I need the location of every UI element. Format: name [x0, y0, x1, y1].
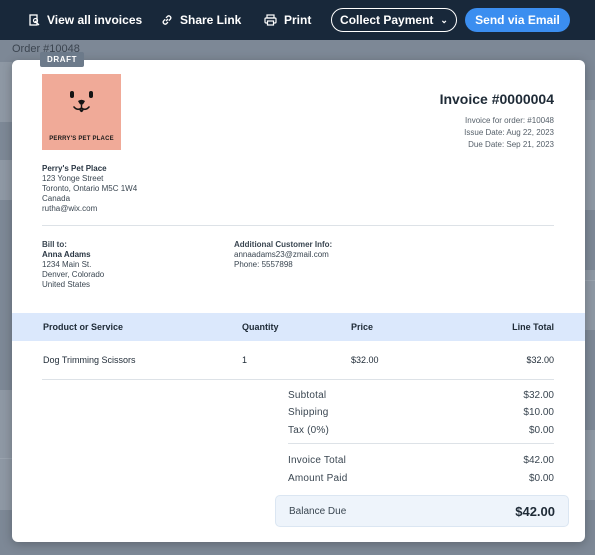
line-items-header: Product or Service Quantity Price Line T… [12, 313, 585, 341]
send-via-email-label: Send via Email [475, 13, 560, 27]
shipping-label: Shipping [288, 407, 329, 418]
column-quantity: Quantity [242, 322, 279, 332]
row-product: Dog Trimming Scissors [43, 355, 136, 365]
collect-payment-label: Collect Payment [340, 13, 434, 27]
seller-city: Toronto, Ontario M5C 1W4 [42, 184, 138, 193]
customer-city: Denver, Colorado [42, 270, 105, 279]
column-line-total: Line Total [512, 322, 554, 332]
section-divider [42, 379, 554, 380]
row-price: $32.00 [351, 355, 379, 365]
share-link-label: Share Link [180, 13, 242, 27]
amount-paid-label: Amount Paid [288, 473, 348, 484]
link-icon [162, 15, 172, 25]
invoice-issue-date: Issue Date: Aug 22, 2023 [464, 128, 554, 137]
bill-to-header: Bill to: [42, 240, 67, 249]
seller-name: Perry's Pet Place [42, 164, 107, 173]
invoice-total-label: Invoice Total [288, 455, 347, 466]
seller-street: 123 Yonge Street [42, 174, 104, 183]
customer-street: 1234 Main St. [42, 260, 92, 269]
invoice-toolbar: View all invoices Share Link Print Colle… [0, 0, 595, 40]
customer-email: annaadams23@zmail.com [234, 250, 329, 259]
invoice-preview-card: PERRY'S PET PLACE Invoice #0000004 Invoi… [12, 60, 585, 542]
draft-status-badge: DRAFT [40, 52, 85, 67]
table-row: Dog Trimming Scissors 1 $32.00 $32.00 [12, 346, 585, 374]
invoice-meta: Invoice for order: #10048 Issue Date: Au… [464, 115, 554, 151]
view-all-invoices-button[interactable]: View all invoices [29, 0, 142, 40]
tax-label: Tax (0%) [288, 425, 330, 436]
balance-due-box: Balance Due $42.00 [275, 495, 569, 527]
tax-value: $0.00 [528, 425, 554, 436]
background-panel-left [0, 62, 12, 122]
summary-divider [288, 443, 554, 444]
background-panel-left [0, 160, 12, 200]
print-button[interactable]: Print [264, 0, 311, 40]
logo-text: PERRY'S PET PLACE [49, 136, 114, 142]
subtotal-value: $32.00 [523, 390, 554, 401]
invoices-icon [29, 14, 40, 26]
column-price: Price [351, 322, 374, 332]
balance-due-label: Balance Due [289, 506, 347, 517]
background-panel-left [0, 390, 12, 510]
customer-name: Anna Adams [42, 250, 91, 259]
customer-phone: Phone: 5557898 [234, 260, 293, 269]
background-divider [0, 458, 12, 459]
dog-face-icon [70, 91, 93, 113]
customer-country: United States [42, 280, 91, 289]
subtotal-label: Subtotal [288, 390, 327, 401]
printer-icon [264, 14, 277, 26]
invoice-due-date: Due Date: Sep 21, 2023 [468, 140, 554, 149]
view-all-invoices-label: View all invoices [47, 13, 143, 27]
seller-email: rutha@wix.com [42, 204, 98, 213]
chevron-down-icon: ⌄ [440, 14, 448, 25]
business-logo: PERRY'S PET PLACE [42, 74, 121, 150]
shipping-value: $10.00 [523, 407, 554, 418]
column-product: Product or Service [43, 322, 124, 332]
row-line-total: $32.00 [526, 355, 554, 365]
bill-to-block: Bill to: Anna Adams 1234 Main St. Denver… [42, 240, 104, 290]
additional-info-header: Additional Customer Info: [234, 240, 333, 249]
seller-address: Perry's Pet Place 123 Yonge Street Toron… [42, 164, 137, 214]
share-link-button[interactable]: Share Link [161, 0, 241, 40]
seller-country: Canada [42, 194, 71, 203]
print-label: Print [284, 13, 312, 27]
invoice-total-value: $42.00 [523, 455, 554, 466]
send-via-email-button[interactable]: Send via Email [465, 8, 570, 32]
amount-paid-value: $0.00 [528, 473, 554, 484]
balance-due-value: $42.00 [515, 504, 555, 519]
invoice-number-title: Invoice #0000004 [439, 91, 554, 107]
collect-payment-button[interactable]: Collect Payment ⌄ [331, 8, 457, 32]
invoice-order-ref: Invoice for order: #10048 [465, 116, 554, 125]
additional-customer-info: Additional Customer Info: annaadams23@zm… [234, 240, 332, 270]
section-divider [42, 225, 554, 226]
row-quantity: 1 [242, 355, 248, 365]
